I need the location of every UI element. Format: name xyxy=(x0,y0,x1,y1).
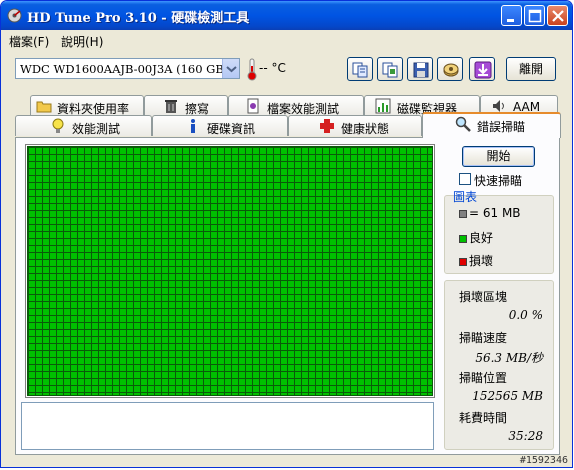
maximize-button[interactable] xyxy=(524,5,545,26)
damaged-blocks-label: 損壞區塊 xyxy=(459,290,508,304)
copy-screenshot-button[interactable] xyxy=(377,57,403,81)
drive-select[interactable]: WDC WD1600AAJB-00J3A (160 GB) xyxy=(15,58,240,79)
magnifier-icon xyxy=(455,116,471,132)
toolbar: WDC WD1600AAJB-00J3A (160 GB) -- °C 離開 xyxy=(1,51,572,89)
copy-screenshot-icon xyxy=(382,62,398,78)
quick-scan-checkbox[interactable] xyxy=(459,173,471,185)
menu-help[interactable]: 說明(H) xyxy=(61,33,103,50)
scan-speed-value: 56.3 MB/秒 xyxy=(475,351,543,365)
scan-stats-box: 損壞區塊 0.0 % 掃瞄速度 56.3 MB/秒 掃瞄位置 152565 MB… xyxy=(444,280,554,450)
options-button[interactable] xyxy=(437,57,463,81)
options-icon xyxy=(443,63,459,77)
window-title: HD Tune Pro 3.10 - 硬碟檢測工具 xyxy=(27,11,250,26)
thermometer-icon xyxy=(247,58,257,81)
scan-speed-label: 掃瞄速度 xyxy=(459,331,508,345)
tab-error-scan[interactable]: 錯誤掃瞄 xyxy=(422,112,561,138)
save-icon xyxy=(413,62,429,78)
disk-monitor-icon xyxy=(375,98,391,114)
trash-icon xyxy=(165,100,177,113)
tab-folder-usage[interactable]: 資料夾使用率 xyxy=(30,95,144,116)
scan-log-box[interactable] xyxy=(21,402,434,450)
tab-drive-info[interactable]: 硬碟資訊 xyxy=(152,115,288,136)
minimize-button[interactable] xyxy=(501,5,522,26)
legend-item-damaged: 損壞 xyxy=(459,252,493,269)
copy-text-button[interactable] xyxy=(347,57,373,81)
exit-button[interactable]: 離開 xyxy=(506,57,556,81)
legend-box: = 61 MB 良好 損壞 xyxy=(444,195,554,274)
copy-text-icon xyxy=(352,62,368,78)
error-scan-panel: 開始 快速掃瞄 = 61 MB 良好 損壞 圖表 損壞區塊 0.0 % 掃瞄速度… xyxy=(15,137,560,455)
scan-position-label: 掃瞄位置 xyxy=(459,371,508,385)
tab-erase[interactable]: 擦寫 xyxy=(144,95,228,116)
damaged-blocks-value: 0.0 % xyxy=(508,308,543,322)
legend-item-block-size: = 61 MB xyxy=(459,206,521,220)
file-benchmark-icon xyxy=(247,98,259,114)
scan-map-frame xyxy=(25,144,435,398)
app-icon xyxy=(7,8,22,23)
save-button[interactable] xyxy=(407,57,433,81)
maximize-icon xyxy=(528,9,542,23)
tab-health[interactable]: 健康狀態 xyxy=(288,115,422,136)
lightbulb-icon xyxy=(52,118,64,133)
menu-bar: 檔案(F) 說明(H) xyxy=(1,30,572,50)
watermark-text: #1592346 xyxy=(519,455,568,466)
legend-title: 圖表 xyxy=(453,190,478,204)
folder-icon xyxy=(36,101,52,113)
quick-scan-label[interactable]: 快速掃瞄 xyxy=(474,172,522,189)
scan-position-value: 152565 MB xyxy=(472,389,543,403)
legend-swatch-red xyxy=(459,257,467,266)
start-button[interactable]: 開始 xyxy=(462,146,535,167)
legend-swatch-green xyxy=(459,234,467,243)
legend-item-good: 良好 xyxy=(459,229,493,246)
legend-swatch-gray xyxy=(459,209,467,218)
drive-select-value: WDC WD1600AAJB-00J3A (160 GB) xyxy=(20,62,229,76)
tab-benchmark[interactable]: 效能測試 xyxy=(15,115,152,136)
download-button[interactable] xyxy=(469,57,495,81)
info-icon xyxy=(191,119,195,133)
scan-block-map xyxy=(27,146,433,396)
drive-dropdown-button[interactable] xyxy=(222,59,239,78)
health-cross-icon xyxy=(320,119,334,133)
elapsed-time-label: 耗費時間 xyxy=(459,411,508,425)
app-window: HD Tune Pro 3.10 - 硬碟檢測工具 檔案(F) 說明(H) WD… xyxy=(0,0,573,468)
minimize-icon xyxy=(507,19,514,22)
chevron-down-icon xyxy=(226,66,237,73)
close-button[interactable] xyxy=(547,5,568,26)
temperature-readout: -- °C xyxy=(259,61,286,75)
elapsed-time-value: 35:28 xyxy=(508,429,543,443)
menu-file[interactable]: 檔案(F) xyxy=(9,33,49,50)
tab-file-benchmark[interactable]: 檔案效能測試 xyxy=(228,95,364,116)
close-icon xyxy=(552,10,564,22)
title-bar[interactable]: HD Tune Pro 3.10 - 硬碟檢測工具 xyxy=(1,1,572,30)
download-icon xyxy=(474,61,492,79)
